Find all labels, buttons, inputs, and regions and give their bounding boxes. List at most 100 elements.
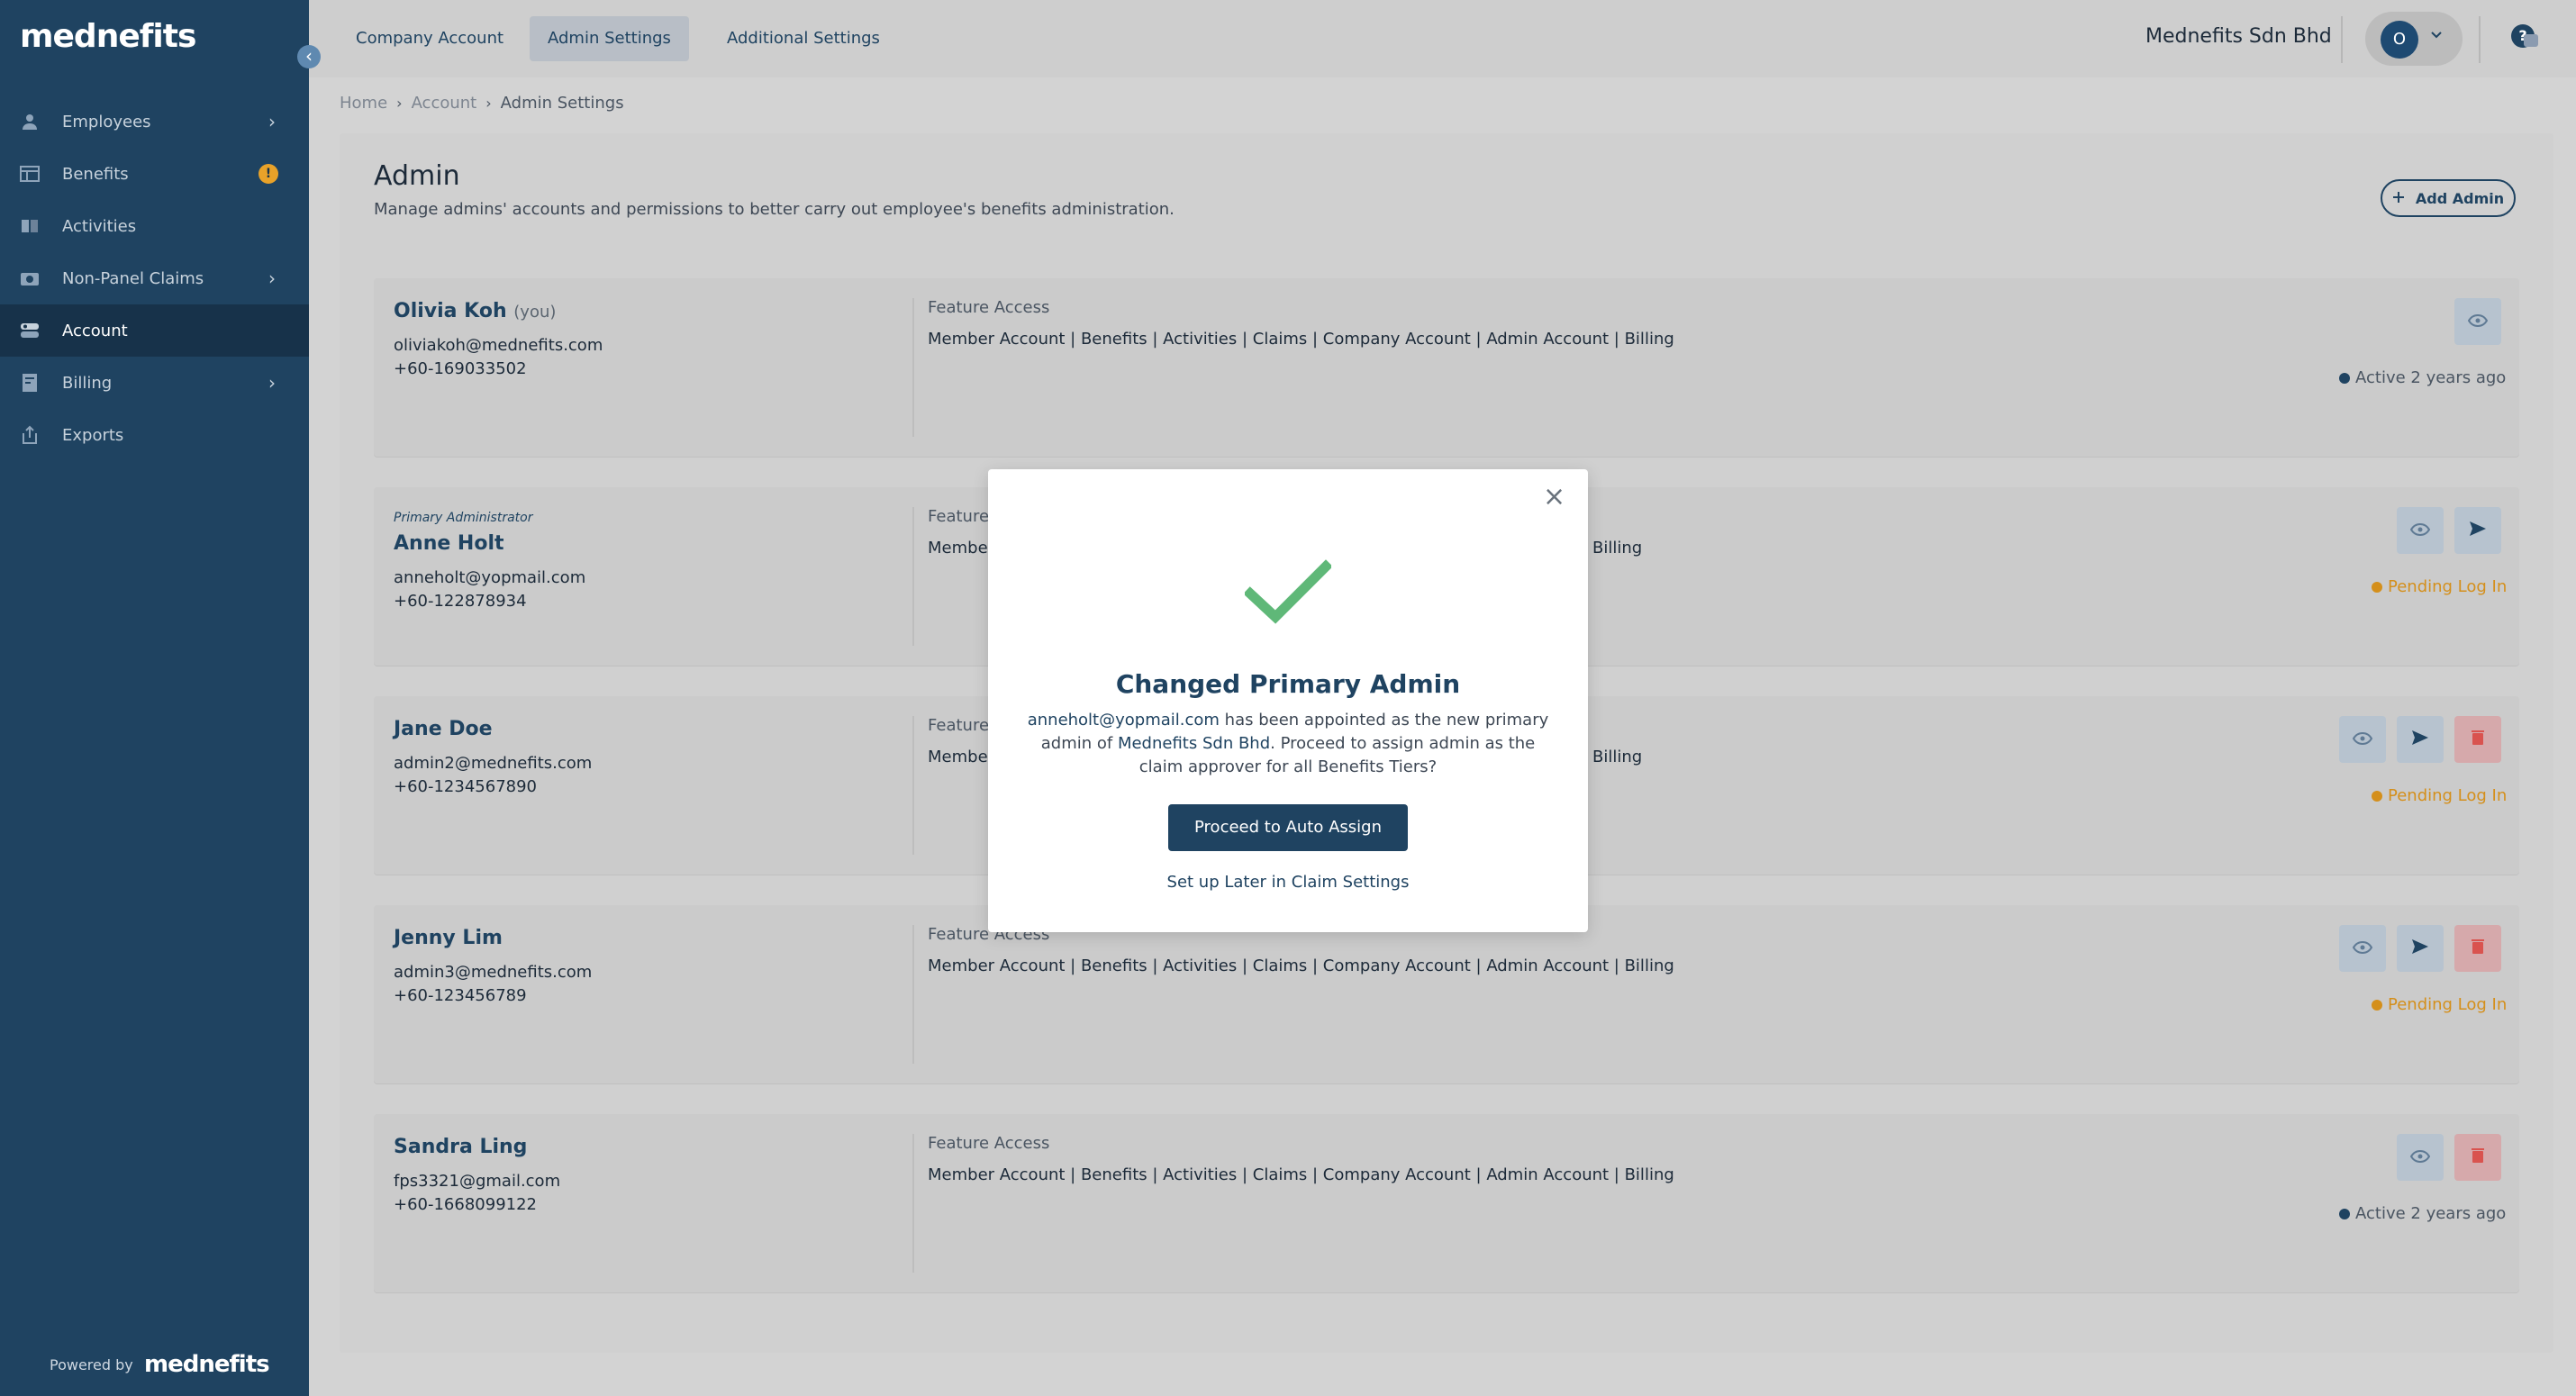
sidebar-item-billing[interactable]: Billing › xyxy=(0,357,309,409)
admin-phone: +60-1668099122 xyxy=(394,1195,538,1214)
proceed-auto-assign-button[interactable]: Proceed to Auto Assign xyxy=(1168,804,1408,851)
sidebar-item-label: Billing xyxy=(62,373,113,393)
chevron-right-icon: › xyxy=(268,111,276,132)
feature-access-list: Membe xyxy=(928,748,988,766)
account-icon xyxy=(19,321,41,340)
powered-by-label: Powered by xyxy=(50,1356,133,1373)
powered-by-logo: mednefits xyxy=(144,1351,270,1378)
changed-primary-admin-modal: × Changed Primary Admin anneholt@yopmail… xyxy=(988,469,1588,932)
divider xyxy=(912,298,914,437)
admin-name: Sandra Ling xyxy=(394,1136,528,1158)
admin-email: oliviakoh@mednefits.com xyxy=(394,336,603,355)
breadcrumb-account[interactable]: Account xyxy=(412,94,477,113)
sidebar-item-label: Exports xyxy=(62,425,124,445)
status-badge: Active 2 years ago xyxy=(2339,368,2506,387)
status-badge: Pending Log In xyxy=(2372,995,2507,1014)
feature-access-label: Feature Access xyxy=(928,1134,1050,1153)
view-button[interactable] xyxy=(2339,925,2386,972)
send-icon xyxy=(2469,521,2487,540)
admin-name-text: Olivia Koh xyxy=(394,300,507,322)
collapse-sidebar-button[interactable]: ‹ xyxy=(297,45,321,68)
admin-phone: +60-1234567890 xyxy=(394,777,538,796)
view-button[interactable] xyxy=(2397,507,2444,554)
admin-name: Jenny Lim xyxy=(394,927,503,949)
admin-name: Jane Doe xyxy=(394,718,493,740)
chat-icon[interactable] xyxy=(2524,34,2538,47)
admin-email: anneholt@yopmail.com xyxy=(394,568,586,587)
eye-icon xyxy=(2467,313,2489,331)
sidebar-item-label: Activities xyxy=(62,216,137,236)
resend-invite-button[interactable] xyxy=(2397,925,2444,972)
divider xyxy=(2341,16,2343,63)
divider xyxy=(912,507,914,646)
sidebar-item-label: Benefits xyxy=(62,164,129,184)
feature-access-list: Membe xyxy=(928,539,988,557)
you-label: (you) xyxy=(513,303,557,322)
sidebar: mednefits Employees › Benefits ! Activit… xyxy=(0,0,309,1396)
view-button[interactable] xyxy=(2339,716,2386,763)
admin-email: admin2@mednefits.com xyxy=(394,754,593,773)
trash-icon xyxy=(2472,938,2484,958)
modal-company: Mednefits Sdn Bhd xyxy=(1117,734,1271,753)
chevron-right-icon: › xyxy=(268,267,276,289)
delete-button[interactable] xyxy=(2454,716,2501,763)
mednefits-logo[interactable]: mednefits xyxy=(20,18,196,55)
set-up-later-link[interactable]: Set up Later in Claim Settings xyxy=(988,873,1588,892)
page-description: Manage admins' accounts and permissions … xyxy=(374,200,1175,219)
chevron-right-icon: › xyxy=(396,95,403,112)
status-text: Pending Log In xyxy=(2388,786,2508,805)
resend-invite-button[interactable] xyxy=(2397,716,2444,763)
breadcrumb-current: Admin Settings xyxy=(500,94,624,113)
chevron-right-icon: › xyxy=(268,372,276,394)
sidebar-item-label: Employees xyxy=(62,112,151,131)
add-admin-button[interactable]: Add Admin xyxy=(2381,179,2516,217)
status-badge: Active 2 years ago xyxy=(2339,1204,2506,1223)
close-icon[interactable]: × xyxy=(1543,484,1565,511)
breadcrumb-home[interactable]: Home xyxy=(340,94,387,113)
trash-icon xyxy=(2472,1147,2484,1167)
chevron-down-icon xyxy=(2429,27,2444,46)
user-menu[interactable]: O xyxy=(2365,12,2463,66)
tab-company-account[interactable]: Company Account xyxy=(338,16,522,61)
view-button[interactable] xyxy=(2397,1134,2444,1181)
sidebar-item-account[interactable]: Account xyxy=(0,304,309,357)
status-badge: Pending Log In xyxy=(2372,786,2507,805)
divider xyxy=(2479,16,2481,63)
sidebar-item-activities[interactable]: Activities xyxy=(0,200,309,252)
sidebar-item-exports[interactable]: Exports xyxy=(0,409,309,461)
admin-name: Anne Holt xyxy=(394,532,504,555)
delete-button[interactable] xyxy=(2454,925,2501,972)
sidebar-nav: Employees › Benefits ! Activities Non-Pa… xyxy=(0,95,309,461)
person-icon xyxy=(19,112,41,131)
status-dot-icon xyxy=(2339,1208,2350,1219)
divider xyxy=(912,716,914,855)
admin-card: Sandra Ling fps3321@gmail.com +60-166809… xyxy=(374,1114,2519,1292)
export-icon xyxy=(19,425,41,445)
table-icon xyxy=(19,164,41,184)
modal-title: Changed Primary Admin xyxy=(1115,669,1461,699)
feature-access-label: Feature Access xyxy=(928,298,1050,317)
status-dot-icon xyxy=(2372,999,2382,1011)
eye-icon xyxy=(2409,1149,2431,1166)
admin-email: fps3321@gmail.com xyxy=(394,1172,561,1191)
delete-button[interactable] xyxy=(2454,1134,2501,1181)
breadcrumb: Home › Account › Admin Settings xyxy=(340,94,624,113)
chevron-right-icon: › xyxy=(485,95,492,112)
status-text: Active 2 years ago xyxy=(2355,368,2507,387)
resend-invite-button[interactable] xyxy=(2454,507,2501,554)
tab-additional-settings[interactable]: Additional Settings xyxy=(709,16,898,61)
sidebar-item-employees[interactable]: Employees › xyxy=(0,95,309,148)
trash-icon xyxy=(2472,730,2484,749)
view-button[interactable] xyxy=(2454,298,2501,345)
status-dot-icon xyxy=(2372,790,2382,802)
sidebar-item-benefits[interactable]: Benefits ! xyxy=(0,148,309,200)
status-badge: Pending Log In xyxy=(2372,577,2507,596)
admin-name: Olivia Koh (you) xyxy=(394,300,556,322)
sidebar-item-non-panel-claims[interactable]: Non-Panel Claims › xyxy=(0,252,309,304)
feature-access-list: Member Account | Benefits | Activities |… xyxy=(928,956,1674,975)
status-text: Pending Log In xyxy=(2388,577,2508,596)
eye-icon xyxy=(2352,731,2373,748)
sidebar-item-label: Non-Panel Claims xyxy=(62,268,204,288)
plus-icon xyxy=(2392,190,2405,207)
tab-admin-settings[interactable]: Admin Settings xyxy=(530,16,689,61)
